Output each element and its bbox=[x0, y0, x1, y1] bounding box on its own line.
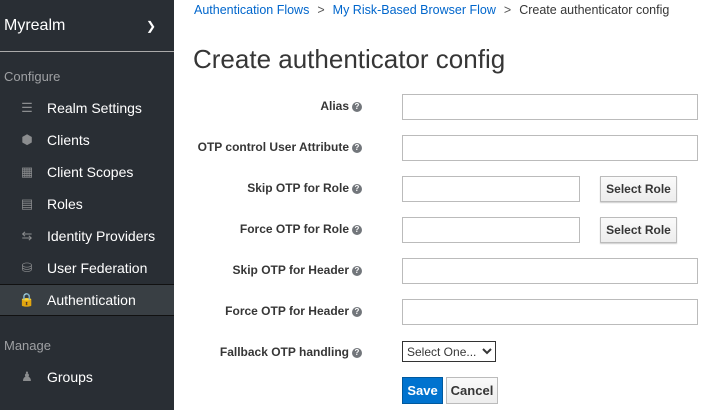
item-label: Realm Settings bbox=[47, 100, 142, 116]
users-icon: ♟ bbox=[21, 369, 33, 384]
form-actions: Save Cancel bbox=[174, 377, 706, 404]
skip-role-input[interactable] bbox=[402, 176, 580, 202]
skip-role-label: Skip OTP for Role? bbox=[247, 181, 362, 195]
otp-attr-input[interactable] bbox=[402, 135, 698, 161]
item-label: Client Scopes bbox=[47, 164, 134, 180]
help-icon[interactable]: ? bbox=[352, 307, 362, 317]
breadcrumb-separator: > bbox=[503, 3, 512, 17]
section-configure: Configure bbox=[4, 68, 61, 84]
main-content: Authentication Flows > My Risk-Based Brows… bbox=[174, 0, 706, 410]
item-label: Clients bbox=[47, 132, 90, 148]
item-label: Authentication bbox=[47, 292, 136, 308]
page-title: Create authenticator config bbox=[193, 44, 506, 74]
cubes-icon: ▦ bbox=[20, 164, 34, 179]
breadcrumb-flow[interactable]: My Risk-Based Browser Flow bbox=[333, 3, 496, 17]
realm-selector[interactable]: Myrealm ❯ bbox=[0, 0, 174, 52]
otp-attr-row: OTP control User Attribute? bbox=[174, 135, 706, 161]
breadcrumb-authentication-flows[interactable]: Authentication Flows bbox=[194, 3, 309, 17]
skip-header-label: Skip OTP for Header? bbox=[233, 263, 362, 277]
fallback-label: Fallback OTP handling? bbox=[220, 345, 362, 359]
help-icon[interactable]: ? bbox=[352, 143, 362, 153]
sidebar-item-clients[interactable]: ⬢ Clients bbox=[0, 124, 174, 156]
lock-icon: 🔒 bbox=[18, 292, 36, 307]
force-header-row: Force OTP for Header? bbox=[174, 299, 706, 325]
fallback-select[interactable]: Select One... bbox=[402, 341, 496, 362]
help-icon[interactable]: ? bbox=[352, 266, 362, 276]
section-manage: Manage bbox=[4, 337, 51, 353]
item-label: Roles bbox=[47, 196, 83, 212]
realm-name: Myrealm bbox=[4, 16, 66, 34]
sidebar-item-groups[interactable]: ♟ Groups bbox=[0, 361, 174, 393]
save-button[interactable]: Save bbox=[402, 377, 443, 404]
skip-role-row: Skip OTP for Role? Select Role bbox=[174, 176, 706, 202]
force-role-input[interactable] bbox=[402, 217, 580, 243]
sidebar-item-identity-providers[interactable]: ⇆ Identity Providers bbox=[0, 220, 174, 252]
item-label: Identity Providers bbox=[47, 228, 156, 244]
alias-input[interactable] bbox=[402, 94, 698, 120]
force-role-row: Force OTP for Role? Select Role bbox=[174, 217, 706, 243]
skip-header-input[interactable] bbox=[402, 258, 698, 284]
sidebar-item-roles[interactable]: ▤ Roles bbox=[0, 188, 174, 220]
force-role-label: Force OTP for Role? bbox=[240, 222, 362, 236]
sidebar: Myrealm ❯ Configure ☰ Realm Settings ⬢ Clie… bbox=[0, 0, 174, 410]
chevron-down-icon: ❯ bbox=[145, 18, 156, 33]
alias-row: Alias? bbox=[174, 94, 706, 120]
sidebar-item-authentication[interactable]: 🔒 Authentication bbox=[0, 284, 174, 316]
exchange-icon: ⇆ bbox=[21, 228, 33, 243]
sidebar-item-client-scopes[interactable]: ▦ Client Scopes bbox=[0, 156, 174, 188]
item-label: Groups bbox=[47, 369, 93, 385]
sidebar-item-realm-settings[interactable]: ☰ Realm Settings bbox=[0, 92, 174, 124]
sliders-icon: ☰ bbox=[21, 100, 33, 115]
help-icon[interactable]: ? bbox=[352, 102, 362, 112]
otp-attr-label: OTP control User Attribute? bbox=[198, 140, 362, 154]
alias-label: Alias? bbox=[320, 99, 362, 113]
database-icon: ⛁ bbox=[21, 260, 33, 275]
sidebar-item-user-federation[interactable]: ⛁ User Federation bbox=[0, 252, 174, 284]
fallback-row: Fallback OTP handling? Select One... bbox=[174, 341, 706, 367]
force-header-input[interactable] bbox=[402, 299, 698, 325]
cancel-button[interactable]: Cancel bbox=[446, 377, 498, 404]
cube-icon: ⬢ bbox=[21, 132, 33, 147]
skip-role-select-button[interactable]: Select Role bbox=[600, 176, 677, 202]
help-icon[interactable]: ? bbox=[352, 225, 362, 235]
force-role-select-button[interactable]: Select Role bbox=[600, 217, 677, 243]
help-icon[interactable]: ? bbox=[352, 348, 362, 358]
item-label: User Federation bbox=[47, 260, 148, 276]
breadcrumb: Authentication Flows > My Risk-Based Brows… bbox=[194, 3, 669, 17]
help-icon[interactable]: ? bbox=[352, 184, 362, 194]
breadcrumb-current: Create authenticator config bbox=[519, 3, 670, 17]
breadcrumb-separator: > bbox=[317, 3, 325, 17]
skip-header-row: Skip OTP for Header? bbox=[174, 258, 706, 284]
force-header-label: Force OTP for Header? bbox=[225, 304, 362, 318]
list-icon: ▤ bbox=[20, 196, 34, 211]
